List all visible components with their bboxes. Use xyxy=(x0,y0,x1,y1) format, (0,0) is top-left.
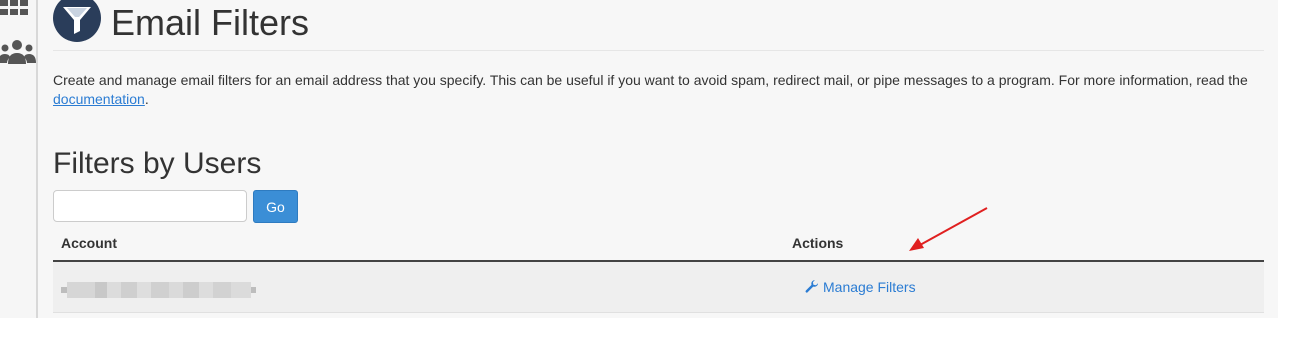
title-divider xyxy=(53,50,1264,51)
annotation-arrow xyxy=(909,207,988,251)
table-header: Account Actions xyxy=(53,233,1264,262)
manage-filters-link[interactable]: Manage Filters xyxy=(805,279,916,295)
left-sidebar xyxy=(0,0,38,318)
description-text-end: . xyxy=(144,91,149,107)
page-description: Create and manage email filters for an e… xyxy=(53,71,1263,109)
go-button[interactable]: Go xyxy=(253,190,298,223)
documentation-link[interactable]: documentation xyxy=(53,91,145,107)
manage-filters-label: Manage Filters xyxy=(823,279,916,295)
redacted-account-name xyxy=(61,282,256,298)
funnel-icon xyxy=(53,0,101,42)
description-text: Create and manage email filters for an e… xyxy=(53,72,1248,88)
wrench-icon xyxy=(805,280,818,293)
section-title: Filters by Users xyxy=(53,147,262,180)
users-icon[interactable] xyxy=(0,38,36,68)
table-row: Manage Filters xyxy=(53,262,1264,313)
column-header-actions: Actions xyxy=(792,235,844,251)
page-title: Email Filters xyxy=(111,2,310,43)
filters-table: Account Actions Manage Filters xyxy=(53,233,1264,313)
search-input[interactable] xyxy=(53,190,247,222)
grid-icon[interactable] xyxy=(0,0,36,18)
column-header-account[interactable]: Account xyxy=(61,235,117,251)
